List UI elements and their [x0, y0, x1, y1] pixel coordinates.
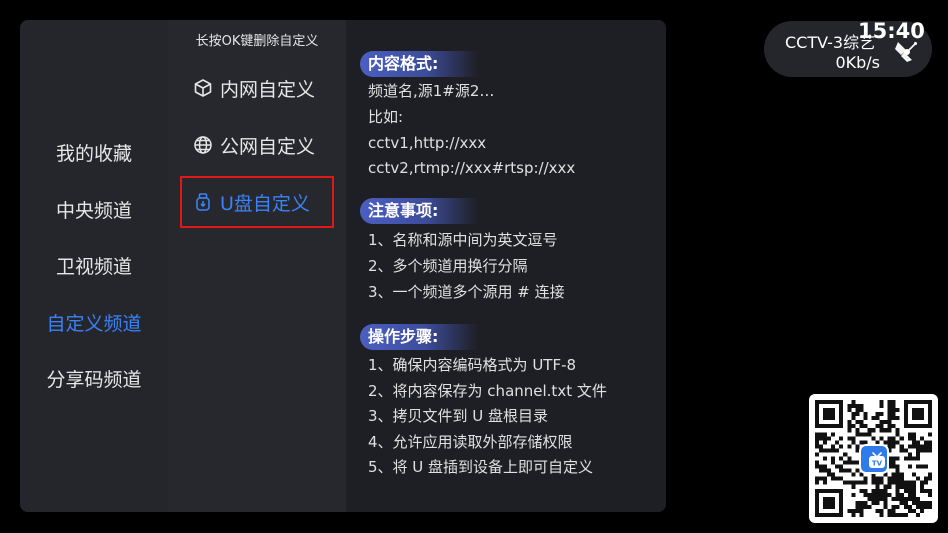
note-line: 2、多个频道用换行分隔: [368, 257, 528, 275]
step-line: 2、将内容保存为 channel.txt 文件: [368, 382, 607, 400]
selection-highlight: [180, 176, 334, 228]
category-custom[interactable]: 自定义频道: [20, 311, 168, 337]
format-line: cctv1,http://xxx: [368, 134, 487, 152]
notes-heading: 注意事项:: [360, 198, 478, 224]
step-line: 5、将 U 盘插到设备上即可自定义: [368, 458, 594, 476]
format-line: 比如:: [368, 108, 404, 126]
sub-item-public-custom[interactable]: 公网自定义: [192, 130, 315, 160]
steps-heading: 操作步骤:: [360, 324, 478, 350]
sub-item-label: 公网自定义: [220, 135, 316, 158]
info-column: 内容格式: 频道名,源1#源2… 比如: cctv1,http://xxx cc…: [346, 20, 666, 512]
channel-menu-panel: 我的收藏 中央频道 卫视频道 自定义频道 分享码频道 长按OK键删除自定义 内网…: [20, 20, 666, 512]
cube-icon: [192, 77, 214, 99]
step-line: 1、确保内容编码格式为 UTF-8: [368, 356, 577, 374]
note-line: 1、名称和源中间为英文逗号: [368, 231, 558, 249]
sub-item-label: 内网自定义: [220, 78, 316, 101]
category-column: 我的收藏 中央频道 卫视频道 自定义频道 分享码频道: [20, 20, 168, 512]
category-satellite[interactable]: 卫视频道: [20, 254, 168, 280]
svg-text:TV: TV: [872, 460, 883, 468]
format-line: 频道名,源1#源2…: [368, 82, 495, 100]
note-line: 3、一个频道多个源用 # 连接: [368, 283, 565, 301]
satellite-icon: [895, 40, 919, 66]
format-line: cctv2,rtmp://xxx#rtsp://xxx: [368, 159, 576, 177]
step-line: 3、拷贝文件到 U 盘根目录: [368, 407, 549, 425]
format-heading: 内容格式:: [360, 51, 478, 77]
sub-item-intranet-custom[interactable]: 内网自定义: [192, 73, 315, 103]
step-line: 4、允许应用读取外部存储权限: [368, 433, 573, 451]
category-favorites[interactable]: 我的收藏: [20, 141, 168, 167]
qr-code: TV: [809, 394, 938, 523]
category-share-code[interactable]: 分享码频道: [20, 367, 168, 393]
network-speed: 0Kb/s: [835, 53, 880, 72]
delete-hint: 长按OK键删除自定义: [195, 34, 319, 49]
tv-app-logo-icon: TV: [859, 444, 889, 474]
category-cctv[interactable]: 中央频道: [20, 198, 168, 224]
globe-icon: [192, 134, 214, 156]
custom-source-column: 长按OK键删除自定义 内网自定义 公网自定义 U盘自定义: [168, 20, 346, 512]
